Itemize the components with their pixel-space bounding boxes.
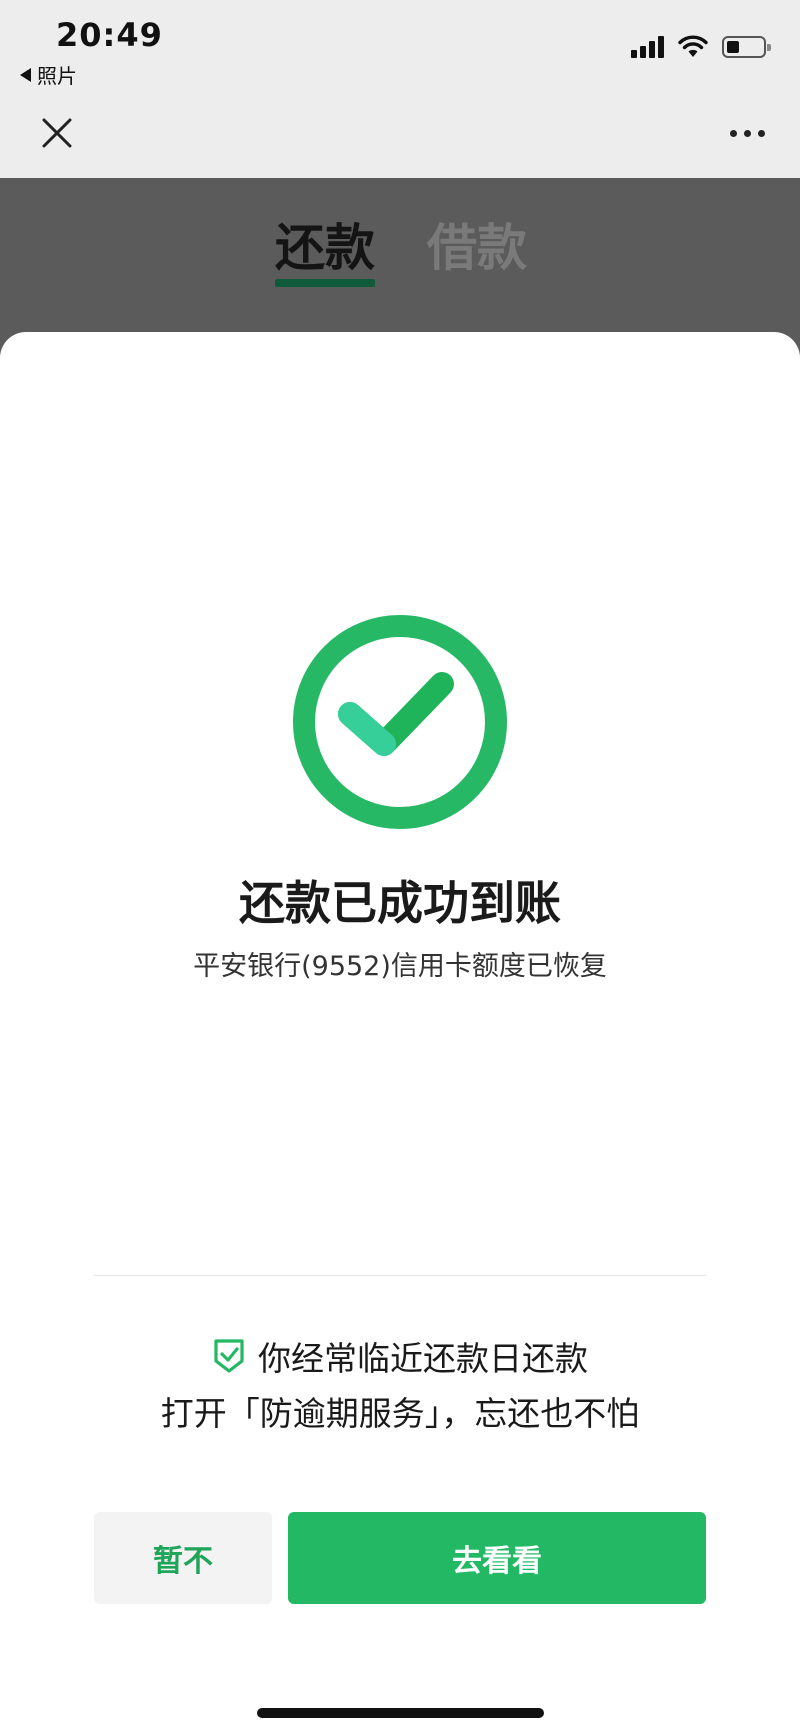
- promo-text-1: 你经常临近还款日还款: [258, 1339, 588, 1378]
- tab-repay[interactable]: 还款: [275, 208, 375, 280]
- back-arrow-icon: [20, 67, 31, 82]
- more-icon-dot: [729, 129, 737, 137]
- more-icon-dot: [757, 129, 765, 137]
- shield-check-icon: [214, 1339, 244, 1373]
- not-now-button[interactable]: 暂不: [94, 1512, 272, 1604]
- battery-icon: [722, 36, 771, 58]
- signal-icon: [631, 36, 664, 58]
- result-subtitle: 平安银行(9552)信用卡额度已恢复: [193, 951, 607, 982]
- promo-line-2: 打开「防逾期服务」，忘还也不怕: [160, 1394, 640, 1433]
- back-app-label: 照片: [37, 64, 77, 88]
- nav-bar: [0, 88, 800, 178]
- status-time: 20:49: [56, 16, 163, 54]
- close-icon: [42, 118, 72, 148]
- back-to-app-link[interactable]: 照片: [20, 60, 77, 89]
- promo-line-1: 你经常临近还款日还款: [0, 1332, 800, 1380]
- close-button[interactable]: [32, 108, 82, 158]
- divider: [94, 1275, 706, 1276]
- more-button[interactable]: [722, 110, 772, 156]
- status-bar: 20:49 照片: [0, 0, 800, 88]
- go-see-button[interactable]: 去看看: [288, 1512, 706, 1604]
- home-indicator: [257, 1708, 544, 1718]
- status-icons: [631, 34, 771, 60]
- success-check-icon: [293, 615, 507, 829]
- battery-level: [727, 41, 739, 53]
- result-sheet: 还款已成功到账 平安银行(9552)信用卡额度已恢复 你经常临近还款日还款 打开…: [0, 332, 800, 1731]
- active-tab-indicator: [275, 279, 375, 287]
- more-icon-dot: [743, 129, 751, 137]
- result-title: 还款已成功到账: [239, 876, 561, 930]
- wifi-icon: [678, 35, 708, 57]
- tab-borrow[interactable]: 借款: [427, 208, 527, 280]
